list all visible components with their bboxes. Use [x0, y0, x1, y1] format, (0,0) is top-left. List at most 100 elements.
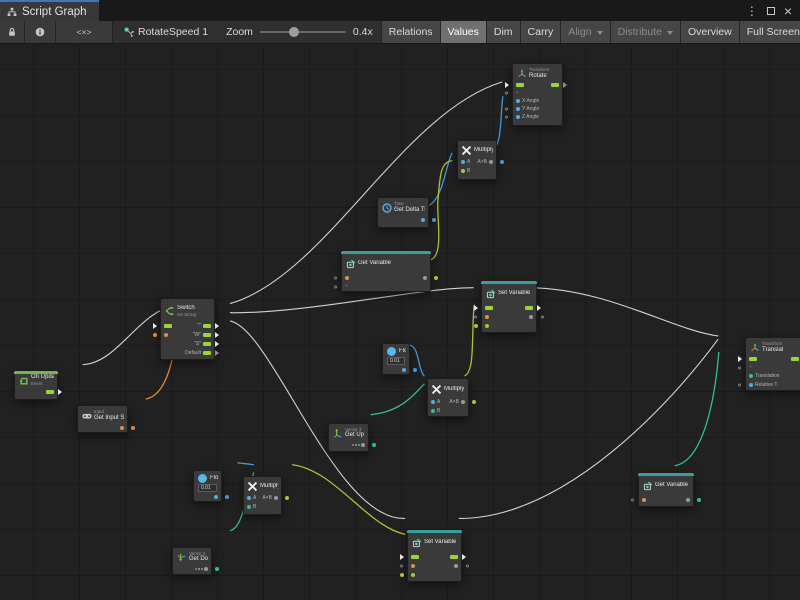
- node-rotate[interactable]: TransformRotate+X AngleY AngleZ Angle: [512, 63, 563, 126]
- value-field[interactable]: 0.01: [198, 484, 217, 492]
- port[interactable]: [642, 498, 646, 502]
- port[interactable]: [120, 426, 124, 430]
- node-float-mid[interactable]: Float0.01: [382, 343, 410, 375]
- node-vector3-get-up[interactable]: Vector 3Get Up: [328, 423, 369, 452]
- flow-arrow-icon: [58, 389, 65, 395]
- graph-canvas[interactable]: On UpdateEvent InputGet Input Strin Switch…: [0, 44, 800, 600]
- node-multiply-top[interactable]: MultiplyAA×BB: [457, 140, 497, 180]
- port[interactable]: [489, 160, 493, 164]
- toolbar-button-carry[interactable]: Carry: [520, 21, 561, 43]
- port[interactable]: [411, 555, 419, 559]
- breadcrumb[interactable]: RotateSpeed 1: [113, 21, 218, 43]
- port[interactable]: [454, 564, 458, 568]
- port[interactable]: [421, 218, 425, 222]
- node-title: On Update: [31, 374, 54, 381]
- node-title: Float: [210, 475, 218, 482]
- port[interactable]: [214, 495, 218, 499]
- float-icon: [197, 474, 208, 483]
- port[interactable]: [411, 564, 415, 568]
- gamepad-icon: [81, 411, 92, 421]
- port[interactable]: [274, 496, 278, 500]
- node-get-delta-time[interactable]: TimeGet Delta Time: [377, 197, 429, 228]
- port[interactable]: [352, 443, 365, 447]
- value-field[interactable]: 0.01: [387, 357, 405, 365]
- unconnected-port-icon: [631, 498, 634, 501]
- port-row: [15, 387, 57, 396]
- toolbar-button-values[interactable]: Values: [440, 21, 486, 43]
- node-set-variable-bot[interactable]: Set Variable: [407, 530, 462, 582]
- port-row: [173, 564, 211, 573]
- port[interactable]: [431, 400, 435, 404]
- port[interactable]: [686, 498, 690, 502]
- port[interactable]: [749, 383, 753, 387]
- port[interactable]: [485, 315, 489, 319]
- toolbar-button-overview[interactable]: Overview: [680, 21, 739, 43]
- port-label: Default: [185, 350, 201, 356]
- node-multiply-bot[interactable]: MultiplyAA×BB: [243, 476, 282, 515]
- tab-script-graph[interactable]: Script Graph: [0, 0, 99, 21]
- port[interactable]: [450, 555, 458, 559]
- port[interactable]: [461, 169, 465, 173]
- port[interactable]: [516, 83, 524, 87]
- port[interactable]: [345, 276, 349, 280]
- port[interactable]: [203, 333, 211, 337]
- port[interactable]: [411, 573, 415, 577]
- port[interactable]: [203, 324, 211, 328]
- node-vector3-get-down[interactable]: Vector 3Get Down: [172, 547, 212, 575]
- flow-arrow-icon: [215, 332, 222, 338]
- node-multiply-mid[interactable]: MultiplyAA×BB: [427, 378, 469, 417]
- toolbar-button-align[interactable]: Align: [560, 21, 609, 43]
- port[interactable]: [749, 374, 753, 378]
- node-title: Get Input Strin: [94, 415, 124, 422]
- port[interactable]: [247, 496, 251, 500]
- node-set-variable-mid[interactable]: Set Variable: [481, 281, 537, 333]
- port[interactable]: [551, 83, 559, 87]
- port[interactable]: [516, 107, 520, 111]
- toolbar-button-distribute[interactable]: Distribute: [610, 21, 680, 43]
- toolbar-button-full-screen[interactable]: Full Screen: [739, 21, 800, 43]
- port[interactable]: [423, 276, 427, 280]
- port[interactable]: [485, 324, 489, 328]
- wire-endpoint: [472, 400, 476, 404]
- port[interactable]: [164, 333, 168, 337]
- menu-icon[interactable]: ⋮: [746, 5, 758, 17]
- node-get-variable-top[interactable]: Get Variable+: [341, 251, 431, 292]
- node-translate[interactable]: TransformTranslat+TranslationRelative T: [745, 337, 800, 391]
- unconnected-port-icon: [400, 564, 403, 567]
- port[interactable]: [402, 368, 406, 372]
- connections-button[interactable]: <×>: [56, 21, 113, 43]
- zoom-slider-handle[interactable]: [289, 27, 299, 37]
- port[interactable]: [485, 306, 493, 310]
- port-label: Relative T: [755, 382, 777, 388]
- node-on-update[interactable]: On UpdateEvent: [14, 371, 58, 400]
- inspect-button[interactable]: [25, 21, 56, 43]
- port[interactable]: [461, 160, 465, 164]
- port[interactable]: [247, 505, 251, 509]
- port[interactable]: [431, 409, 435, 413]
- port[interactable]: [749, 357, 757, 361]
- port[interactable]: [516, 99, 520, 103]
- port[interactable]: [791, 357, 799, 361]
- close-icon[interactable]: ×: [784, 4, 792, 18]
- port[interactable]: [164, 324, 172, 328]
- port[interactable]: [461, 400, 465, 404]
- zoom-slider[interactable]: [260, 31, 346, 33]
- port[interactable]: [529, 315, 533, 319]
- node-get-variable-br[interactable]: Get Variable: [638, 473, 694, 507]
- node-get-input-string[interactable]: InputGet Input Strin: [77, 405, 128, 433]
- node-float-bot[interactable]: Float 0.01: [193, 470, 222, 502]
- wire-layer: [0, 44, 800, 600]
- wire-get-delta-time-to-multiply-top: [427, 153, 452, 206]
- port[interactable]: [525, 306, 533, 310]
- toolbar-button-dim[interactable]: Dim: [486, 21, 520, 43]
- port[interactable]: [203, 351, 211, 355]
- port-row: AA×B: [428, 398, 468, 407]
- port[interactable]: [203, 342, 211, 346]
- port[interactable]: [516, 115, 520, 119]
- port[interactable]: [195, 567, 208, 571]
- maximize-icon[interactable]: [767, 5, 775, 17]
- node-switch-on-string[interactable]: SwitchOn String"""W""S"Default: [160, 298, 215, 360]
- lock-button[interactable]: [0, 21, 25, 43]
- toolbar-button-relations[interactable]: Relations: [381, 21, 440, 43]
- port[interactable]: [46, 390, 54, 394]
